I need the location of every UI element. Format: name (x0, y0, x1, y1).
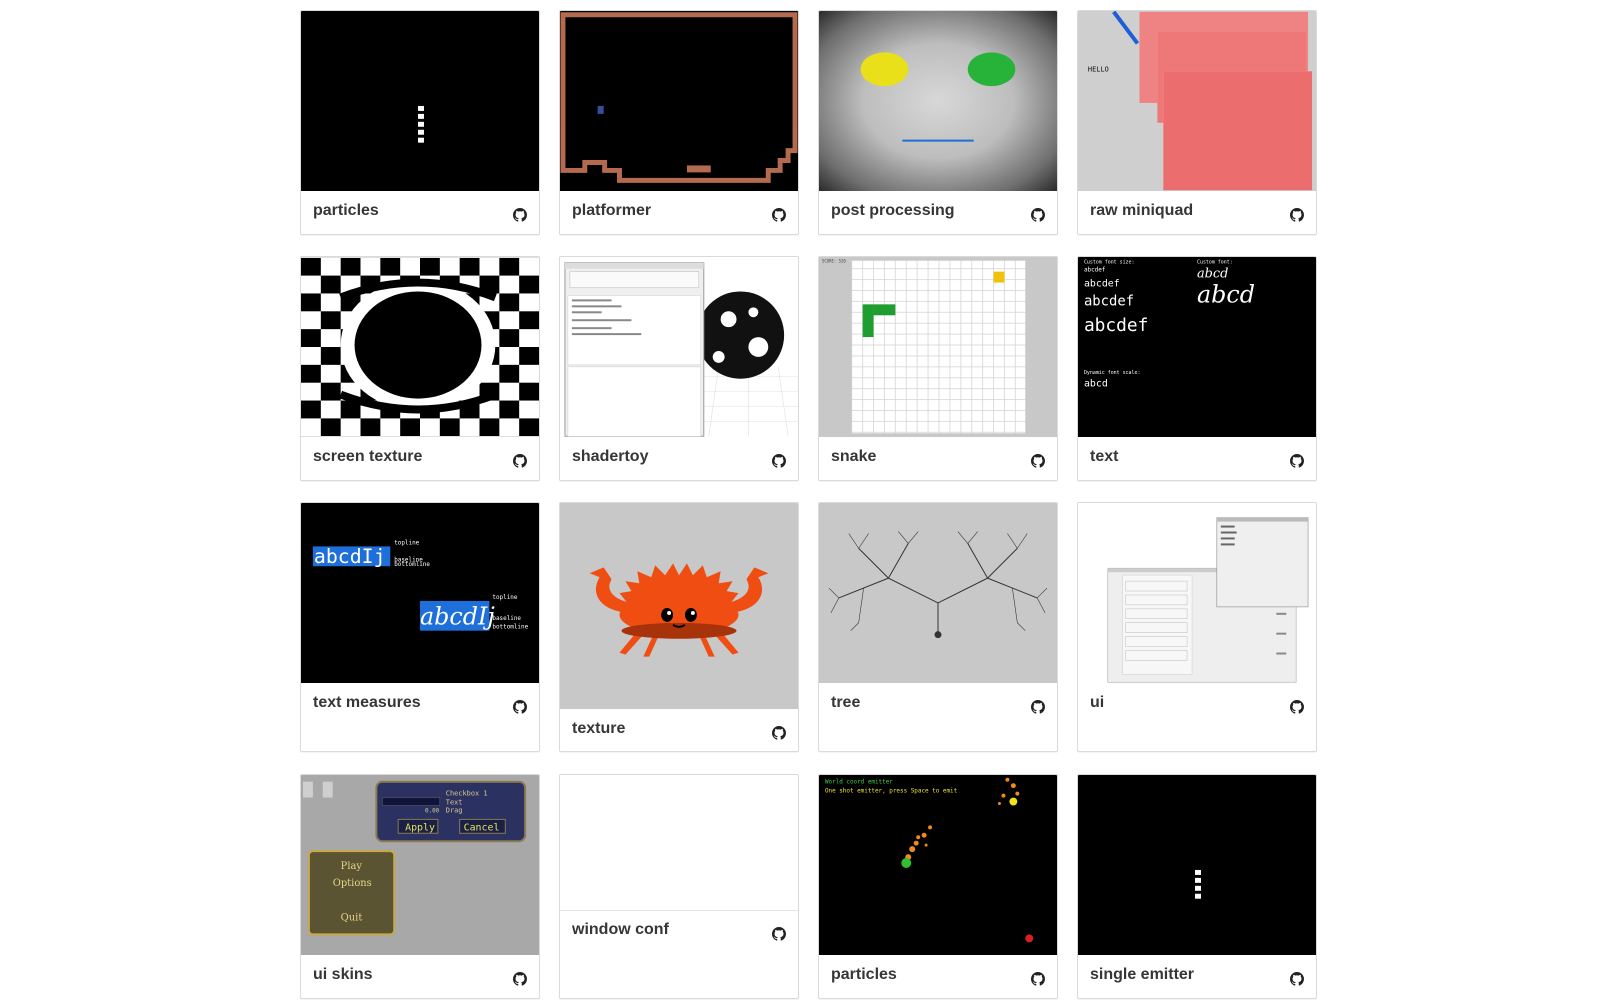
example-label[interactable]: ui skins (313, 966, 373, 984)
text-thumb-script: abcd (1197, 267, 1228, 282)
github-icon[interactable] (1031, 208, 1045, 222)
thumbnail-platformer[interactable] (560, 11, 798, 191)
text-thumb-sample: abcdef (1084, 279, 1120, 290)
github-icon[interactable] (1031, 700, 1045, 714)
github-icon[interactable] (513, 700, 527, 714)
example-card-ui-skins[interactable]: Checkbox 1 Text Drag 0.00 Apply Cancel P… (300, 774, 540, 999)
measure-bottomline: bottomline (492, 624, 528, 631)
text-thumb-label: Custom font: (1197, 260, 1233, 266)
thumbnail-raw-miniquad[interactable]: HELLO (1078, 11, 1316, 191)
example-card-screen-texture[interactable]: screen texture (300, 256, 540, 481)
github-icon[interactable] (1031, 454, 1045, 468)
example-label[interactable]: platformer (572, 202, 651, 220)
thumbnail-single-emitter[interactable] (1078, 775, 1316, 955)
text-thumb-sample: abcdef (1084, 267, 1106, 274)
thumbnail-screen-texture[interactable] (301, 257, 539, 437)
thumbnail-ui[interactable] (1078, 503, 1316, 683)
text-thumb-sample: abcd (1084, 379, 1108, 390)
example-label[interactable]: post processing (831, 202, 955, 220)
example-label[interactable]: ui (1090, 694, 1104, 712)
hello-text: HELLO (1088, 65, 1109, 73)
github-icon[interactable] (772, 726, 786, 740)
text-thumb-label: Dynamic font scale: (1084, 370, 1140, 376)
example-label[interactable]: snake (831, 448, 876, 466)
github-icon[interactable] (513, 208, 527, 222)
example-label[interactable]: tree (831, 694, 860, 712)
text-thumb-script: abcd (1197, 280, 1255, 308)
measure-topline: topline (492, 594, 517, 601)
github-icon[interactable] (772, 927, 786, 941)
skin-options: Options (333, 878, 372, 889)
example-label[interactable]: window conf (572, 921, 669, 939)
measure-sample: abcdIj (420, 603, 495, 631)
example-card-text-measures[interactable]: abcdIj topline baseline bottomline abcdI… (300, 502, 540, 752)
github-icon[interactable] (1290, 972, 1304, 986)
skin-checkbox: Checkbox 1 (446, 790, 488, 798)
skin-drag: Drag (446, 806, 463, 814)
text-thumb-sample: abcdef (1084, 315, 1148, 336)
skin-value: 0.00 (425, 807, 440, 814)
example-label[interactable]: raw miniquad (1090, 202, 1193, 220)
github-icon[interactable] (772, 454, 786, 468)
example-label[interactable]: screen texture (313, 448, 422, 466)
example-label[interactable]: particles (313, 202, 379, 220)
example-card-particles[interactable]: particles (300, 10, 540, 235)
example-label[interactable]: text measures (313, 694, 421, 712)
thumbnail-tree[interactable] (819, 503, 1057, 683)
particles-line1: World coord emitter (825, 779, 893, 786)
thumbnail-ui-skins[interactable]: Checkbox 1 Text Drag 0.00 Apply Cancel P… (301, 775, 539, 955)
thumbnail-shadertoy[interactable] (560, 257, 798, 437)
skin-text: Text (446, 799, 463, 807)
thumbnail-text-measures[interactable]: abcdIj topline baseline bottomline abcdI… (301, 503, 539, 683)
measure-sample: abcdIj (314, 545, 386, 568)
skin-apply: Apply (405, 822, 435, 833)
github-icon[interactable] (1031, 972, 1045, 986)
thumbnail-text[interactable]: Custom font size: abcdef abcdef abcdef a… (1078, 257, 1316, 437)
github-icon[interactable] (513, 454, 527, 468)
example-card-texture[interactable]: texture (559, 502, 799, 752)
example-card-particles-2[interactable]: World coord emitter One shot emitter, pr… (818, 774, 1058, 999)
skin-play: Play (341, 861, 363, 872)
measure-baseline: baseline (492, 615, 521, 622)
measure-bottomline: bottomline (394, 561, 430, 568)
thumbnail-snake[interactable]: SCORE: 520 (819, 257, 1057, 437)
example-card-tree[interactable]: tree (818, 502, 1058, 752)
snake-score: SCORE: 520 (822, 259, 846, 264)
example-card-post-processing[interactable]: post processing (818, 10, 1058, 235)
github-icon[interactable] (772, 208, 786, 222)
example-card-ui[interactable]: ui (1077, 502, 1317, 752)
example-card-single-emitter[interactable]: single emitter (1077, 774, 1317, 999)
example-card-platformer[interactable]: platformer (559, 10, 799, 235)
github-icon[interactable] (513, 972, 527, 986)
example-label[interactable]: single emitter (1090, 966, 1194, 984)
text-thumb-sample: abcdef (1084, 293, 1134, 309)
example-label[interactable]: texture (572, 720, 625, 738)
example-label[interactable]: text (1090, 448, 1118, 466)
measure-topline: topline (394, 539, 419, 546)
examples-grid: particles platformer post processing HEL… (0, 0, 1623, 1002)
example-label[interactable]: shadertoy (572, 448, 648, 466)
example-card-shadertoy[interactable]: shadertoy (559, 256, 799, 481)
text-thumb-label: Custom font size: (1084, 260, 1135, 266)
thumbnail-texture[interactable] (560, 503, 798, 709)
github-icon[interactable] (1290, 700, 1304, 714)
example-card-snake[interactable]: SCORE: 520 snake (818, 256, 1058, 481)
example-label[interactable]: particles (831, 966, 897, 984)
thumbnail-window-conf[interactable] (560, 775, 798, 911)
thumbnail-post-processing[interactable] (819, 11, 1057, 191)
skin-quit: Quit (341, 913, 363, 924)
example-card-raw-miniquad[interactable]: HELLO raw miniquad (1077, 10, 1317, 235)
github-icon[interactable] (1290, 454, 1304, 468)
particles-line2: One shot emitter, press Space to emit (825, 788, 957, 795)
thumbnail-particles-2[interactable]: World coord emitter One shot emitter, pr… (819, 775, 1057, 955)
github-icon[interactable] (1290, 208, 1304, 222)
example-card-text[interactable]: Custom font size: abcdef abcdef abcdef a… (1077, 256, 1317, 481)
example-card-window-conf[interactable]: window conf (559, 774, 799, 999)
skin-cancel: Cancel (464, 822, 500, 833)
thumbnail-particles[interactable] (301, 11, 539, 191)
